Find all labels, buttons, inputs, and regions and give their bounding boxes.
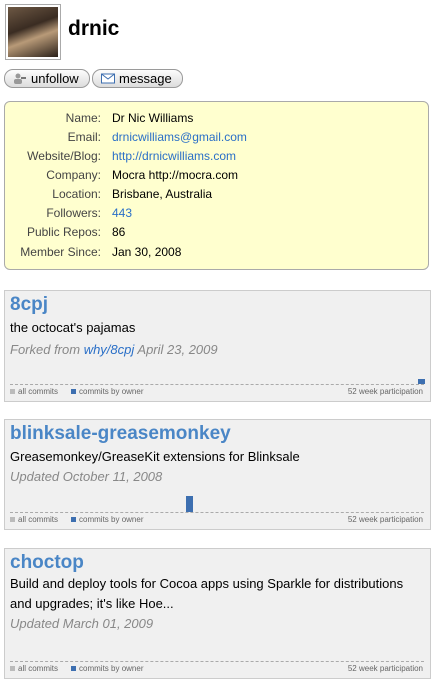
info-label: Company: — [46, 168, 101, 182]
repo-name-link[interactable]: 8cpj — [10, 294, 48, 316]
fork-source-link[interactable]: why/8cpj — [84, 342, 135, 357]
legend-all-commits: all commits — [18, 387, 59, 396]
info-value: Dr Nic Williams — [112, 111, 194, 125]
legend-all-commits: all commits — [18, 515, 59, 524]
repo-card: choctop Build and deploy tools for Cocoa … — [4, 548, 431, 679]
info-label: Email: — [67, 130, 101, 144]
participation-legend: all commits commits by owner — [10, 387, 143, 396]
unfollow-label: unfollow — [31, 71, 79, 86]
repo-name-link[interactable]: choctop — [10, 552, 84, 574]
info-label: Public Repos: — [26, 225, 101, 239]
info-row: Email: drnicwilliams@gmail.com — [5, 130, 428, 149]
repo-card: 8cpj the octocat's pajamas Forked from why… — [4, 290, 431, 402]
participation-label: 52 week participation — [347, 387, 423, 396]
participation-label: 52 week participation — [347, 515, 423, 524]
info-row: Location: Brisbane, Australia — [5, 187, 428, 206]
info-value[interactable]: http://drnicwilliams.com — [112, 149, 236, 163]
repo-meta: Forked from why/8cpj April 23, 2009 — [10, 342, 218, 357]
envelope-icon — [101, 73, 115, 84]
all-commits-swatch — [10, 389, 15, 394]
info-value: 86 — [112, 225, 126, 239]
info-value[interactable]: drnicwilliams@gmail.com — [112, 130, 247, 144]
participation-baseline — [10, 661, 424, 662]
info-label: Followers: — [46, 206, 101, 220]
info-row: Website/Blog: http://drnicwilliams.com — [5, 149, 428, 168]
repo-description: Greasemonkey/GreaseKit extensions for Bl… — [10, 449, 300, 464]
info-label: Website/Blog: — [27, 149, 101, 163]
participation-baseline — [10, 384, 424, 385]
info-value: Mocra http://mocra.com — [112, 168, 239, 182]
message-label: message — [119, 71, 172, 86]
info-row: Name: Dr Nic Williams — [5, 111, 428, 130]
repo-meta-date: April 23, 2009 — [134, 342, 218, 357]
participation-baseline — [10, 512, 424, 513]
repo-description: the octocat's pajamas — [10, 320, 136, 335]
repo-meta-text: Forked from — [10, 342, 84, 357]
repo-name-link[interactable]: blinksale-greasemonkey — [10, 423, 231, 445]
info-value: Jan 30, 2008 — [112, 245, 182, 259]
owner-commits-swatch — [71, 517, 77, 522]
info-value: Brisbane, Australia — [112, 187, 213, 201]
message-button[interactable]: message — [92, 69, 183, 88]
repo-meta-text: Updated March 01, 2009 — [10, 616, 154, 631]
legend-all-commits: all commits — [18, 664, 59, 673]
all-commits-swatch — [10, 517, 15, 522]
repo-meta: Updated October 11, 2008 — [10, 469, 162, 484]
username: drnic — [68, 17, 120, 40]
legend-owner-commits: commits by owner — [79, 387, 144, 396]
profile-info-box: Name: Dr Nic Williams Email: drnicwilliams@… — [4, 101, 429, 270]
info-row: Public Repos: 86 — [5, 225, 428, 244]
avatar[interactable] — [5, 4, 61, 60]
info-value[interactable]: 443 — [112, 206, 132, 220]
participation-bar — [186, 496, 193, 512]
participation-legend: all commits commits by owner — [10, 664, 143, 673]
info-row: Followers: 443 — [5, 206, 428, 225]
info-label: Location: — [52, 187, 101, 201]
participation-bar — [418, 379, 425, 384]
info-label: Member Since: — [20, 245, 101, 259]
owner-commits-swatch — [71, 666, 77, 671]
legend-owner-commits: commits by owner — [79, 664, 144, 673]
participation-legend: all commits commits by owner — [10, 515, 143, 524]
unfollow-icon — [14, 73, 26, 84]
info-row: Company: Mocra http://mocra.com — [5, 168, 428, 187]
info-label: Name: — [65, 111, 101, 125]
repo-meta-text: Updated October 11, 2008 — [10, 469, 163, 484]
all-commits-swatch — [10, 666, 15, 671]
legend-owner-commits: commits by owner — [79, 515, 144, 524]
owner-commits-swatch — [71, 389, 77, 394]
info-row: Member Since: Jan 30, 2008 — [5, 245, 428, 264]
avatar-image — [8, 7, 58, 57]
repo-card: blinksale-greasemonkey Greasemonkey/Greas… — [4, 419, 431, 530]
participation-label: 52 week participation — [347, 664, 423, 673]
repo-meta: Updated March 01, 2009 — [10, 616, 153, 631]
repo-description: Build and deploy tools for Cocoa apps us… — [10, 576, 404, 611]
unfollow-button[interactable]: unfollow — [4, 69, 90, 88]
